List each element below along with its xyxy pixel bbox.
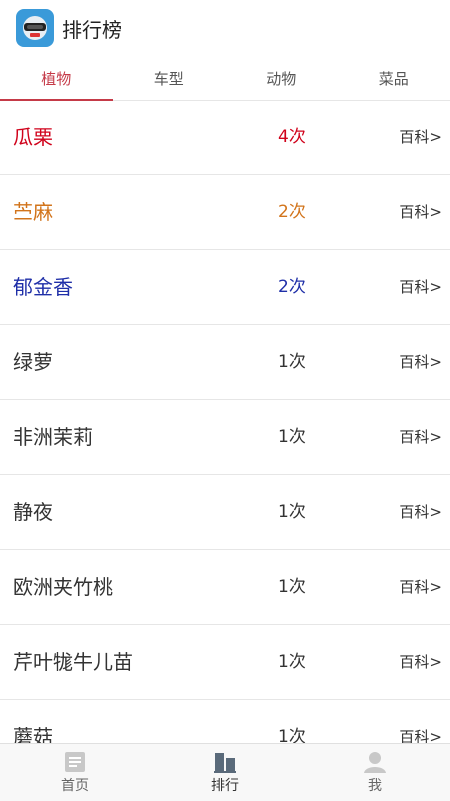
item-name: 瓜栗 bbox=[13, 100, 53, 175]
encyclopedia-link[interactable]: 百科> bbox=[399, 400, 442, 475]
list-item[interactable]: 绿萝 1次 百科> bbox=[0, 325, 450, 400]
page-title: 排行榜 bbox=[62, 14, 122, 43]
item-name: 非洲茉莉 bbox=[13, 400, 93, 475]
encyclopedia-link[interactable]: 百科> bbox=[399, 550, 442, 625]
item-count: 2次 bbox=[278, 175, 306, 250]
encyclopedia-link[interactable]: 百科> bbox=[399, 100, 442, 175]
encyclopedia-link[interactable]: 百科> bbox=[399, 625, 442, 700]
item-name: 芹叶牻牛儿苗 bbox=[13, 625, 133, 700]
item-count: 1次 bbox=[278, 700, 306, 743]
item-name: 蘑菇 bbox=[13, 700, 53, 743]
item-name: 苎麻 bbox=[13, 175, 53, 250]
encyclopedia-link[interactable]: 百科> bbox=[399, 250, 442, 325]
nav-me-label: 我 bbox=[368, 775, 382, 795]
ranking-icon bbox=[213, 751, 237, 773]
nav-ranking-label: 排行 bbox=[211, 775, 239, 795]
document-icon bbox=[63, 751, 87, 773]
item-count: 1次 bbox=[278, 475, 306, 550]
app-logo-icon bbox=[16, 9, 54, 47]
item-count: 4次 bbox=[278, 100, 306, 175]
item-name: 郁金香 bbox=[13, 250, 73, 325]
tab-dishes[interactable]: 菜品 bbox=[338, 56, 450, 100]
item-name: 绿萝 bbox=[13, 325, 53, 400]
list-item[interactable]: 瓜栗 4次 百科> bbox=[0, 100, 450, 175]
bottom-navigation: 首页 排行 我 bbox=[0, 743, 450, 801]
nav-ranking[interactable]: 排行 bbox=[150, 744, 300, 801]
list-item[interactable]: 苎麻 2次 百科> bbox=[0, 175, 450, 250]
item-count: 1次 bbox=[278, 400, 306, 475]
item-name: 欧洲夹竹桃 bbox=[13, 550, 113, 625]
item-count: 1次 bbox=[278, 325, 306, 400]
encyclopedia-link[interactable]: 百科> bbox=[399, 475, 442, 550]
item-count: 2次 bbox=[278, 250, 306, 325]
nav-home-label: 首页 bbox=[61, 775, 89, 795]
list-item[interactable]: 蘑菇 1次 百科> bbox=[0, 700, 450, 743]
encyclopedia-link[interactable]: 百科> bbox=[399, 325, 442, 400]
item-count: 1次 bbox=[278, 550, 306, 625]
item-name: 静夜 bbox=[13, 475, 53, 550]
list-item[interactable]: 郁金香 2次 百科> bbox=[0, 250, 450, 325]
list-item[interactable]: 芹叶牻牛儿苗 1次 百科> bbox=[0, 625, 450, 700]
tab-car-models[interactable]: 车型 bbox=[113, 56, 226, 100]
list-item[interactable]: 静夜 1次 百科> bbox=[0, 475, 450, 550]
item-count: 1次 bbox=[278, 625, 306, 700]
app-bar: 排行榜 bbox=[0, 0, 450, 56]
list-item[interactable]: 非洲茉莉 1次 百科> bbox=[0, 400, 450, 475]
nav-home[interactable]: 首页 bbox=[0, 744, 150, 801]
encyclopedia-link[interactable]: 百科> bbox=[399, 175, 442, 250]
user-icon bbox=[363, 751, 387, 773]
tab-animals[interactable]: 动物 bbox=[225, 56, 338, 100]
category-tabs: 植物 车型 动物 菜品 bbox=[0, 56, 450, 101]
ranking-list: 瓜栗 4次 百科> 苎麻 2次 百科> 郁金香 2次 百科> 绿萝 1次 百科>… bbox=[0, 100, 450, 743]
encyclopedia-link[interactable]: 百科> bbox=[399, 700, 442, 743]
tab-plants[interactable]: 植物 bbox=[0, 56, 113, 100]
nav-me[interactable]: 我 bbox=[300, 744, 450, 801]
list-item[interactable]: 欧洲夹竹桃 1次 百科> bbox=[0, 550, 450, 625]
